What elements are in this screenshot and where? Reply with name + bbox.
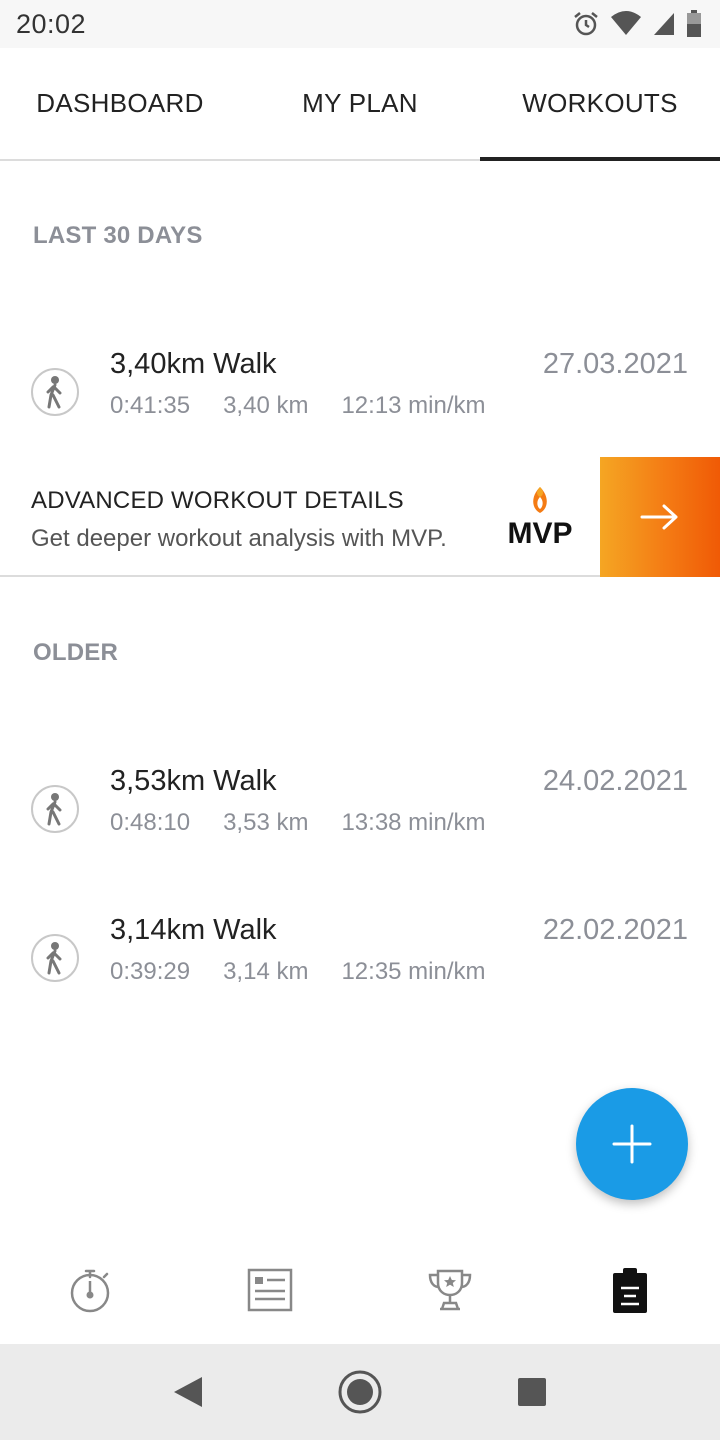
home-icon [338, 1370, 382, 1414]
workout-title: 3,14km Walk [110, 914, 277, 946]
plus-icon [612, 1124, 652, 1164]
workout-distance: 3,40 km [223, 392, 309, 419]
arrow-right-icon [640, 504, 678, 530]
system-recents-button[interactable] [502, 1362, 562, 1422]
mvp-banner-title: ADVANCED WORKOUT DETAILS [31, 487, 404, 514]
workout-title: 3,40km Walk [110, 348, 277, 380]
workout-stats: 0:48:10 3,53 km 13:38 min/km [110, 809, 486, 837]
bottom-nav-feed[interactable] [180, 1236, 360, 1344]
tab-dashboard[interactable]: DASHBOARD [0, 48, 240, 159]
trophy-icon [428, 1269, 472, 1311]
mvp-banner-subtitle: Get deeper workout analysis with MVP. [31, 525, 447, 552]
stopwatch-icon [70, 1269, 110, 1313]
workout-stats: 0:39:29 3,14 km 12:35 min/km [110, 958, 486, 986]
top-tabs: DASHBOARD MY PLAN WORKOUTS [0, 48, 720, 161]
walk-icon [31, 785, 79, 833]
mvp-logo: MVP [500, 483, 580, 550]
section-header-older: OLDER [33, 639, 118, 666]
workout-row[interactable]: 3,14km Walk 22.02.2021 0:39:29 3,14 km 1… [0, 914, 720, 1024]
workout-date: 27.03.2021 [542, 348, 688, 380]
recents-icon [518, 1378, 546, 1406]
workout-pace: 12:13 min/km [341, 392, 486, 419]
workout-row[interactable]: 3,40km Walk 27.03.2021 0:41:35 3,40 km 1… [0, 348, 720, 458]
workout-distance: 3,53 km [223, 809, 309, 836]
alarm-icon [574, 12, 598, 36]
status-icons [572, 10, 702, 38]
workout-duration: 0:48:10 [110, 809, 191, 836]
system-nav-bar [0, 1344, 720, 1440]
mvp-logo-text: MVP [507, 517, 572, 549]
bottom-nav [0, 1236, 720, 1344]
bottom-nav-activity[interactable] [0, 1236, 180, 1344]
tab-my-plan[interactable]: MY PLAN [240, 48, 480, 159]
workout-date: 24.02.2021 [542, 765, 688, 797]
status-bar: 20:02 [0, 0, 720, 48]
system-home-button[interactable] [330, 1362, 390, 1422]
news-feed-icon [247, 1268, 293, 1312]
workout-duration: 0:41:35 [110, 392, 191, 419]
workout-row[interactable]: 3,53km Walk 24.02.2021 0:48:10 3,53 km 1… [0, 765, 720, 875]
mvp-banner[interactable]: ADVANCED WORKOUT DETAILS Get deeper work… [0, 457, 720, 577]
bottom-nav-workouts[interactable] [540, 1236, 720, 1344]
battery-icon [687, 10, 701, 37]
workout-title: 3,53km Walk [110, 765, 277, 797]
clipboard-icon [613, 1268, 647, 1313]
bottom-nav-challenges[interactable] [360, 1236, 540, 1344]
workout-pace: 12:35 min/km [341, 958, 486, 985]
system-back-button[interactable] [158, 1362, 218, 1422]
tab-workouts[interactable]: WORKOUTS [480, 48, 720, 161]
walk-icon [31, 368, 79, 416]
workout-pace: 13:38 min/km [341, 809, 486, 836]
workout-duration: 0:39:29 [110, 958, 191, 985]
workout-date: 22.02.2021 [542, 914, 688, 946]
workout-distance: 3,14 km [223, 958, 309, 985]
section-header-recent: LAST 30 DAYS [33, 222, 203, 249]
add-workout-button[interactable] [576, 1088, 688, 1200]
walk-icon [31, 934, 79, 982]
workout-stats: 0:41:35 3,40 km 12:13 min/km [110, 392, 486, 420]
signal-icon [654, 13, 674, 35]
status-time: 20:02 [16, 8, 87, 39]
back-icon [174, 1377, 202, 1407]
mvp-arrow-button[interactable] [600, 457, 720, 577]
wifi-icon [611, 11, 641, 35]
